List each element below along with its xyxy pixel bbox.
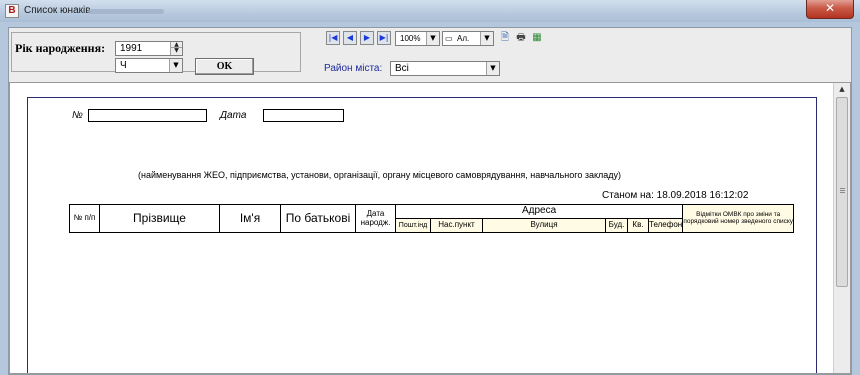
zoom-value: 100%	[400, 34, 421, 43]
col-header-street: Вулиця	[482, 218, 606, 233]
last-page-icon[interactable]: ▶|	[377, 31, 391, 45]
next-page-icon[interactable]: ▶	[360, 31, 374, 45]
birth-year-label: Рік народження:	[15, 41, 106, 55]
birth-year-value[interactable]: 1991	[120, 43, 142, 54]
as-of-timestamp: Станом на: 18.09.2018 16:12:02	[602, 190, 749, 201]
district-label: Район міста:	[324, 63, 383, 74]
scroll-up-icon[interactable]: ▲	[834, 83, 850, 95]
report-viewer[interactable]: № Дата (найменування ЖЕО, підприємства, …	[9, 82, 851, 374]
col-header-omvk-notes: Відмітки ОМВК про зміни та порядковий но…	[682, 204, 795, 233]
view-mode-value: Ал.	[457, 34, 470, 43]
export-icon[interactable]: ▦	[530, 31, 544, 45]
prev-page-icon[interactable]: ◀	[343, 31, 357, 45]
window-title: Список юнаків	[24, 5, 91, 16]
number-label: №	[72, 110, 83, 121]
chevron-down-icon[interactable]: ▼	[480, 32, 493, 45]
close-button[interactable]: ✕	[806, 0, 854, 19]
app-icon: В	[5, 4, 19, 18]
date-field	[263, 109, 344, 122]
filter-panel: Рік народження: 1991 ▲ ▼ Ч ▼ OK	[11, 32, 301, 75]
district-select[interactable]: Всі ▼	[390, 61, 500, 76]
page-setup-icon[interactable]: 🗎	[498, 31, 512, 45]
app-window: В Список юнаків ✕ Рік народження: 1991 ▲…	[0, 0, 860, 375]
gender-value: Ч	[120, 60, 127, 71]
print-icon[interactable]: 🖶	[514, 31, 528, 45]
spinner-buttons: ▲ ▼	[170, 42, 182, 55]
first-page-icon[interactable]: |◀	[326, 31, 340, 45]
district-value: Всі	[395, 63, 409, 74]
zoom-select[interactable]: 100% ▼	[395, 31, 440, 46]
col-header-address: Адреса	[394, 204, 684, 219]
col-header-building: Буд.	[605, 218, 628, 233]
organization-caption: (найменування ЖЕО, підприємства, установ…	[138, 170, 621, 180]
scrollbar-thumb[interactable]	[836, 97, 848, 287]
number-field	[88, 109, 207, 122]
gender-select[interactable]: Ч ▼	[115, 58, 183, 73]
chevron-down-icon[interactable]: ▼	[169, 59, 182, 72]
col-header-name: Ім'я	[219, 204, 281, 233]
col-header-surname: Прізвище	[99, 204, 220, 233]
col-header-phone: Телефон	[647, 218, 684, 233]
col-header-apartment: Кв.	[627, 218, 649, 233]
report-page: № Дата (найменування ЖЕО, підприємства, …	[27, 97, 817, 373]
view-mode-select[interactable]: Ал. ▭ ▼	[442, 31, 494, 46]
grip-icon	[840, 188, 845, 194]
title-bar: В Список юнаків ✕	[0, 0, 860, 22]
col-header-settlement: Нас.пункт	[430, 218, 483, 233]
col-header-patronymic: По батькові	[280, 204, 356, 233]
ok-button[interactable]: OK	[195, 58, 254, 75]
title-decoration	[88, 9, 164, 14]
report-table: № п/п Прізвище Ім'я По батькові Дата нар…	[69, 204, 795, 233]
chevron-down-icon[interactable]: ▼	[486, 62, 499, 75]
col-header-birth-date: Дата народж.	[355, 204, 396, 233]
chevron-down-icon[interactable]: ▼	[426, 32, 439, 45]
birth-year-spinner[interactable]: 1991 ▲ ▼	[115, 41, 183, 56]
col-header-postcode: Пошт.інд	[395, 218, 431, 233]
col-header-number: № п/п	[69, 204, 100, 233]
client-area: Рік народження: 1991 ▲ ▼ Ч ▼ OK |◀ ◀ ▶ ▶…	[8, 27, 852, 375]
spin-down-icon[interactable]: ▼	[171, 48, 182, 54]
date-label: Дата	[220, 110, 247, 121]
vertical-scrollbar[interactable]: ▲	[833, 83, 850, 373]
view-mode-icon: ▭	[445, 34, 453, 43]
